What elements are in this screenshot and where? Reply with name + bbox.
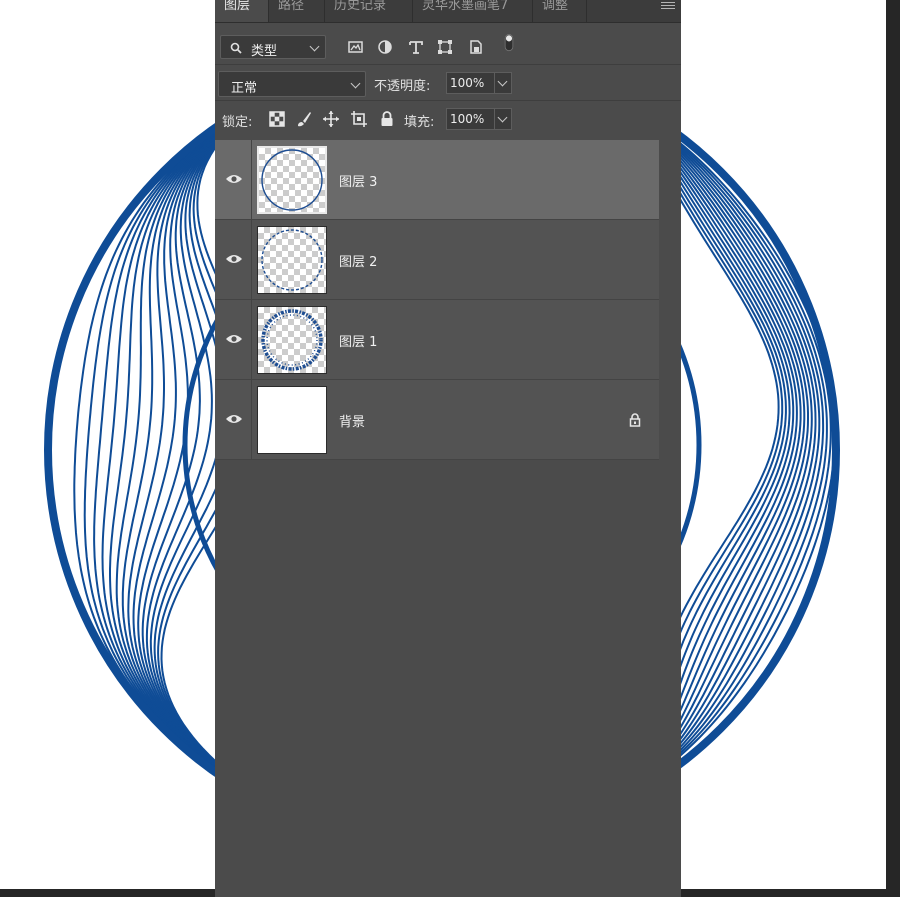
layer-thumbnail bbox=[257, 386, 327, 454]
lock-position-icon[interactable] bbox=[322, 110, 340, 128]
lock-icon bbox=[629, 413, 641, 427]
panel-divider bbox=[215, 64, 681, 65]
eye-icon[interactable] bbox=[225, 253, 243, 265]
lock-transparent-pixels-icon[interactable] bbox=[268, 110, 286, 128]
eye-icon[interactable] bbox=[225, 413, 243, 425]
tab-ink-brush[interactable]: 灵华水墨画笔7 bbox=[413, 0, 533, 22]
layer-thumbnail bbox=[257, 146, 327, 214]
layer-row-3[interactable]: 图层 3 bbox=[215, 140, 659, 220]
panel-tab-bar: 图层 路径 历史记录 灵华水墨画笔7 调整 bbox=[215, 0, 681, 23]
layer-name: 背景 bbox=[339, 415, 366, 430]
tab-layers[interactable]: 图层 bbox=[215, 0, 269, 22]
fill-dropdown-button[interactable] bbox=[494, 108, 512, 130]
chevron-down-icon bbox=[497, 112, 508, 123]
panel-menu-icon[interactable] bbox=[661, 0, 675, 12]
lock-all-icon[interactable] bbox=[378, 110, 396, 128]
visibility-column bbox=[215, 380, 252, 459]
visibility-column bbox=[215, 300, 252, 379]
shape-filter-icon[interactable] bbox=[435, 37, 455, 57]
layer-row-2[interactable]: 图层 2 bbox=[215, 220, 659, 300]
filter-kind-value: 类型 bbox=[251, 44, 278, 59]
fill-input[interactable] bbox=[446, 108, 494, 130]
chevron-down-icon bbox=[309, 41, 320, 52]
lock-label: 锁定: bbox=[222, 115, 253, 130]
layer-thumbnail bbox=[257, 226, 327, 294]
search-icon bbox=[230, 42, 242, 54]
opacity-input[interactable] bbox=[446, 72, 494, 94]
layer-row-background[interactable]: 背景 bbox=[215, 380, 659, 460]
visibility-column bbox=[215, 220, 252, 299]
blend-mode-value: 正常 bbox=[231, 81, 258, 96]
eye-icon[interactable] bbox=[225, 333, 243, 345]
layer-filter-row: 类型 bbox=[215, 33, 681, 61]
blend-mode-select[interactable]: 正常 bbox=[218, 71, 366, 97]
layer-thumbnail bbox=[257, 306, 327, 374]
layer-name: 图层 3 bbox=[339, 175, 378, 190]
blend-row: 正常 不透明度: bbox=[215, 68, 681, 98]
opacity-dropdown-button[interactable] bbox=[494, 72, 512, 94]
chevron-down-icon bbox=[350, 78, 361, 89]
layers-panel: 图层 路径 历史记录 灵华水墨画笔7 调整 类型 正常 不透明度: 100% 锁… bbox=[215, 0, 681, 897]
eye-icon[interactable] bbox=[225, 173, 243, 185]
filter-kind-select[interactable]: 类型 bbox=[220, 35, 326, 59]
filter-toggle-icon[interactable] bbox=[499, 33, 519, 53]
smart-object-filter-icon[interactable] bbox=[466, 37, 486, 57]
opacity-label: 不透明度: bbox=[374, 79, 431, 94]
visibility-column bbox=[215, 140, 252, 219]
panel-divider bbox=[215, 100, 681, 101]
tab-paths[interactable]: 路径 bbox=[269, 0, 325, 22]
image-filter-icon[interactable] bbox=[346, 37, 366, 57]
tab-adjustments[interactable]: 调整 bbox=[533, 0, 587, 22]
type-filter-icon[interactable] bbox=[406, 37, 426, 57]
fill-label: 填充: bbox=[404, 115, 435, 130]
lock-artboard-icon[interactable] bbox=[350, 110, 368, 128]
layer-name: 图层 2 bbox=[339, 255, 378, 270]
tab-history[interactable]: 历史记录 bbox=[325, 0, 413, 22]
layer-name: 图层 1 bbox=[339, 335, 378, 350]
lock-image-pixels-icon[interactable] bbox=[295, 110, 313, 128]
chevron-down-icon bbox=[497, 76, 508, 87]
layer-list: 图层 3 图层 2 图层 1 背景 bbox=[215, 140, 659, 460]
layer-row-1[interactable]: 图层 1 bbox=[215, 300, 659, 380]
adjustment-filter-icon[interactable] bbox=[375, 37, 395, 57]
lock-row: 锁定: 填充: bbox=[215, 104, 681, 134]
